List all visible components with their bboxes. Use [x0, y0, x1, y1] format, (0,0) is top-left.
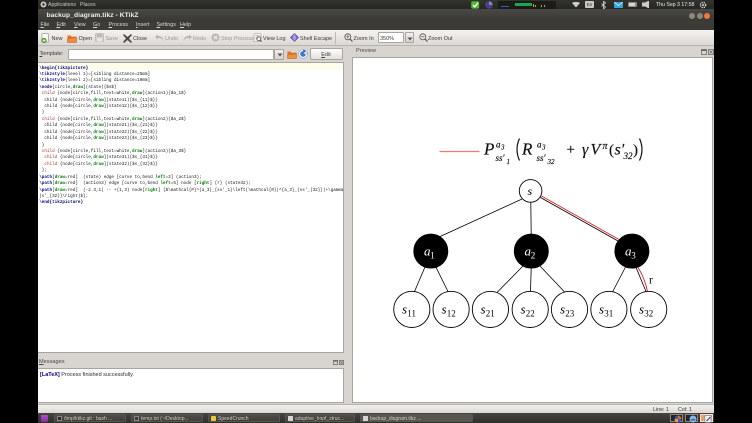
svg-text:s: s — [402, 301, 407, 316]
svg-text:2: 2 — [531, 250, 536, 260]
svg-text:γ: γ — [582, 141, 589, 158]
svg-text:s: s — [481, 301, 486, 316]
svg-text:s: s — [599, 301, 604, 316]
svg-text:s: s — [639, 301, 644, 316]
svg-text:11: 11 — [407, 308, 416, 318]
svg-text:s: s — [521, 301, 526, 316]
svg-text:32: 32 — [547, 158, 556, 166]
svg-text:+: + — [567, 142, 575, 158]
svg-text:(: ( — [609, 142, 614, 158]
svg-text:P: P — [483, 139, 494, 158]
svg-text:12: 12 — [447, 308, 456, 318]
svg-text:21: 21 — [486, 308, 495, 318]
svg-text:R: R — [521, 139, 533, 158]
svg-text:ss′: ss′ — [537, 153, 547, 163]
svg-text:23: 23 — [565, 308, 575, 318]
svg-text:3: 3 — [631, 250, 636, 260]
svg-text:ss′: ss′ — [496, 153, 506, 163]
svg-text:32: 32 — [623, 151, 634, 161]
svg-text:π: π — [603, 141, 609, 152]
svg-text:V: V — [591, 141, 603, 158]
svg-text:3: 3 — [541, 143, 546, 151]
svg-text:s: s — [442, 301, 447, 316]
svg-text:1: 1 — [507, 158, 511, 166]
svg-text:r: r — [649, 274, 653, 286]
svg-text:32: 32 — [644, 308, 653, 318]
svg-text:22: 22 — [526, 308, 535, 318]
svg-text:): ) — [633, 142, 638, 158]
svg-text:3: 3 — [500, 143, 505, 151]
svg-text:s: s — [560, 301, 565, 316]
svg-text:s: s — [528, 184, 533, 198]
svg-text:31: 31 — [604, 308, 613, 318]
svg-text:1: 1 — [430, 250, 435, 260]
